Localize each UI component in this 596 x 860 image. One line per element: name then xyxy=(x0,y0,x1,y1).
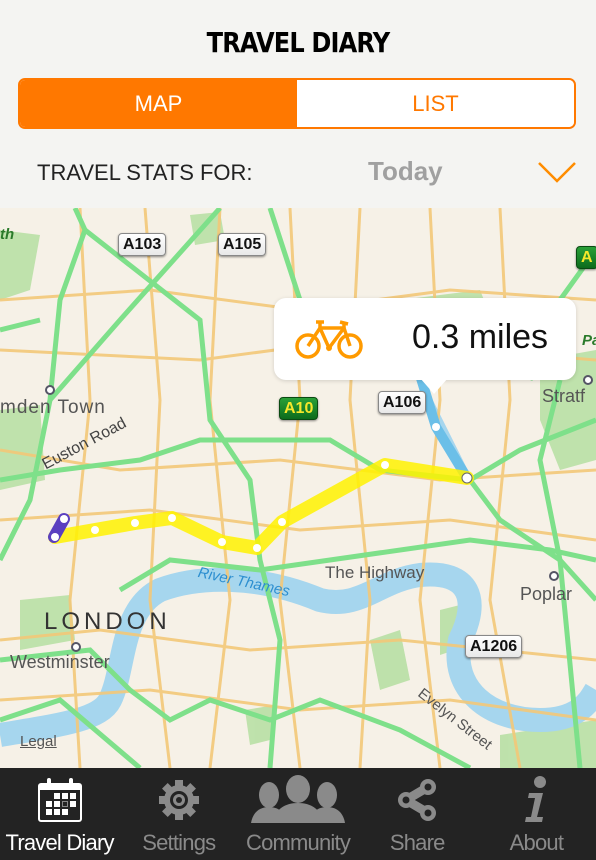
tab-about[interactable]: About xyxy=(477,768,596,860)
label-poplar: Poplar xyxy=(520,584,573,604)
segment-list[interactable]: LIST xyxy=(297,80,574,127)
road-shield-a105: A105 xyxy=(218,233,267,256)
gear-icon xyxy=(158,780,199,820)
label-park: Pa xyxy=(582,332,596,349)
tab-community[interactable]: Community xyxy=(238,768,357,860)
route-cycle-segment xyxy=(48,458,474,555)
segment-map[interactable]: MAP xyxy=(20,80,297,127)
distance-callout[interactable]: 0.3 miles xyxy=(274,298,576,380)
view-segmented-control: MAP LIST xyxy=(18,78,576,129)
label-london: LONDON xyxy=(44,608,171,635)
info-icon xyxy=(525,776,547,822)
tab-bar: Travel Diary Settings Community Share Ab… xyxy=(0,768,596,860)
people-icon xyxy=(251,775,345,823)
tab-label: Travel Diary xyxy=(5,830,115,855)
tab-label: Settings xyxy=(142,830,216,855)
tab-settings[interactable]: Settings xyxy=(119,768,238,860)
label-heath: th xyxy=(0,226,15,243)
travel-stats-label: TRAVEL STATS FOR: xyxy=(37,160,253,185)
tab-label: Share xyxy=(389,830,446,855)
callout-pointer xyxy=(420,378,448,394)
road-shield-a106: A106 xyxy=(378,391,426,414)
page-title: TRAVEL DIARY xyxy=(206,26,391,59)
label-westminster: Westminster xyxy=(10,652,110,672)
chevron-down-icon[interactable] xyxy=(537,160,577,184)
label-camden-town: mden Town xyxy=(0,397,106,418)
legal-link[interactable]: Legal xyxy=(20,733,57,750)
stats-period-select[interactable]: Today xyxy=(368,156,443,187)
road-shield-a1206: A1206 xyxy=(465,635,523,658)
distance-value: 0.3 miles xyxy=(412,318,549,356)
road-shield-a103: A103 xyxy=(118,233,167,256)
bicycle-icon xyxy=(295,320,363,359)
calendar-icon xyxy=(37,778,82,822)
tab-travel-diary[interactable]: Travel Diary xyxy=(0,768,119,860)
map-view[interactable]: A103 A105 A10 A106 A1206 A mden Town Eus… xyxy=(0,208,596,768)
tab-label: Community xyxy=(245,830,351,855)
share-icon xyxy=(398,779,437,821)
label-the-highway: The Highway xyxy=(325,563,425,582)
tab-share[interactable]: Share xyxy=(358,768,477,860)
map-canvas xyxy=(0,208,596,768)
header: TRAVEL DIARY MAP LIST TRAVEL STATS FOR: … xyxy=(0,0,596,208)
tab-label: About xyxy=(509,830,564,855)
road-shield-a10: A10 xyxy=(279,397,319,420)
major-roads xyxy=(0,208,596,768)
label-stratford: Stratf xyxy=(542,386,586,406)
road-shield-a: A xyxy=(576,246,596,269)
